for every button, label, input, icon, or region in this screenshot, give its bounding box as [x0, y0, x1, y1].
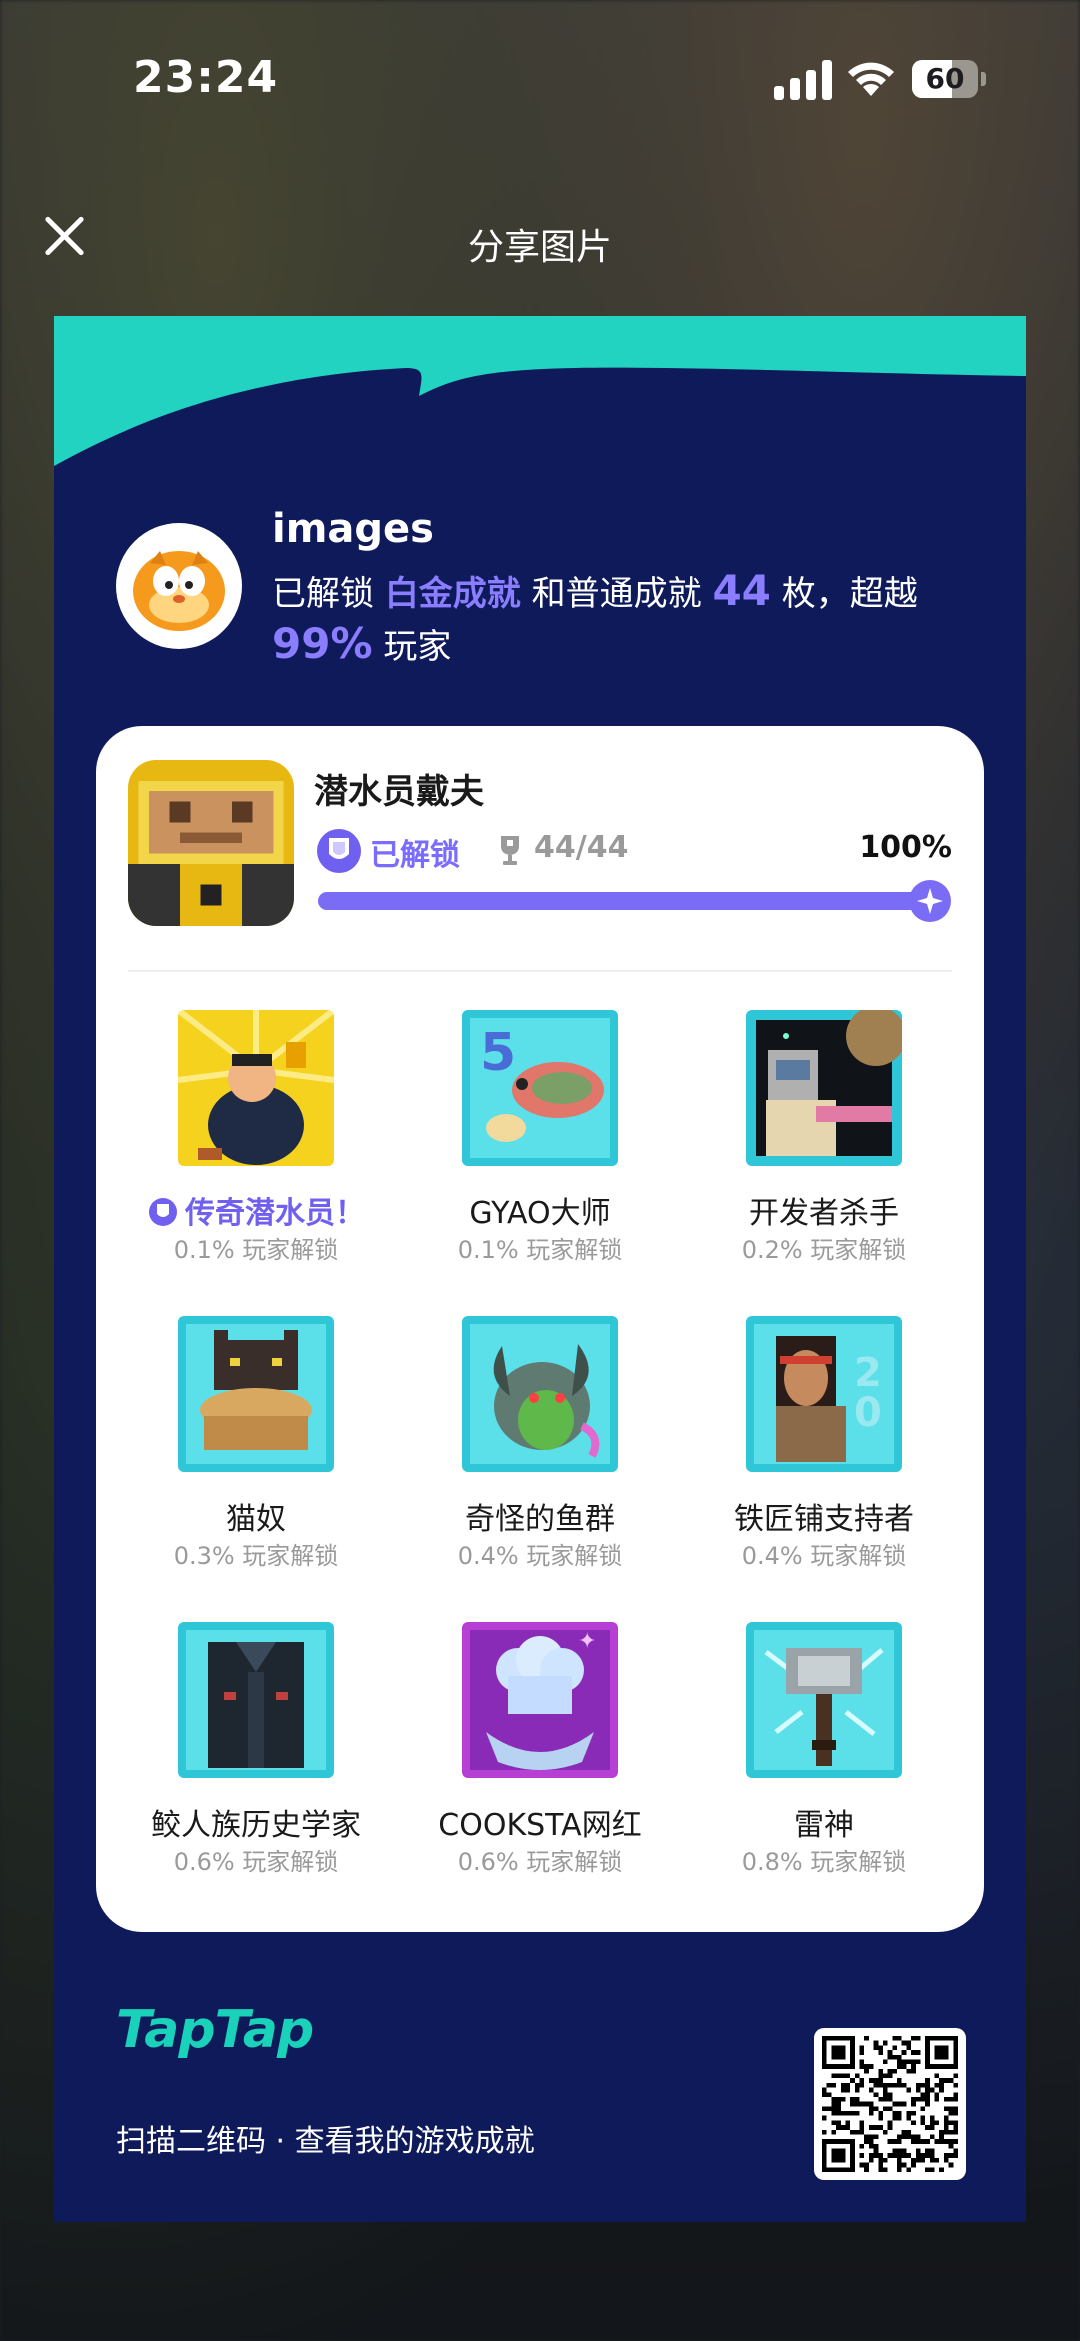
- legend-diver-icon: [178, 1010, 334, 1166]
- game-icon[interactable]: [128, 760, 294, 926]
- svg-text:✦: ✦: [578, 1629, 596, 1654]
- merfolk-historian-icon: [178, 1622, 334, 1778]
- achievement-name: 奇怪的鱼群: [465, 1502, 615, 1537]
- completion-percent: 100%: [859, 830, 952, 865]
- achievement-rate: 0.6% 玩家解锁: [173, 1848, 339, 1876]
- achievement-panel: 潜水员戴夫 已解锁 44/44 100% 传奇潜水员！ 0.1% 玩家解锁 5 …: [96, 726, 984, 1932]
- achievement-name: GYAO大师: [469, 1196, 611, 1231]
- cooksta-influencer-icon: ✦: [462, 1622, 618, 1778]
- achievement-name: 传奇潜水员！: [126, 1188, 386, 1232]
- status-time: 23:24: [133, 52, 279, 103]
- achievement-name: 铁匠铺支持者: [734, 1502, 914, 1537]
- blacksmith-supporter-icon: 2 0: [746, 1316, 902, 1472]
- achievement-summary: 已解锁 白金成就 和普通成就 44 枚，超越 99% 玩家: [272, 566, 992, 672]
- qr-code[interactable]: [814, 2028, 966, 2180]
- battery-icon: 60: [912, 60, 986, 98]
- summary-prefix: 已解锁: [272, 574, 374, 614]
- game-name: 潜水员戴夫: [314, 772, 484, 812]
- achievement-rate: 0.6% 玩家解锁: [457, 1848, 623, 1876]
- achievement-rate: 0.3% 玩家解锁: [173, 1542, 339, 1570]
- status-bar: 23:24 60: [0, 0, 1080, 150]
- achievement-rate: 0.1% 玩家解锁: [457, 1236, 623, 1264]
- achievement-name: 雷神: [794, 1808, 854, 1843]
- achievement-name: 猫奴: [226, 1502, 286, 1537]
- achievement-rate: 0.1% 玩家解锁: [173, 1236, 339, 1264]
- gyao-master-icon: 5: [462, 1010, 618, 1166]
- platinum-label: 白金成就: [384, 574, 521, 614]
- divider: [128, 970, 952, 972]
- unlock-status: 已解锁: [370, 838, 460, 873]
- share-card: images 已解锁 白金成就 和普通成就 44 枚，超越 99% 玩家 潜水员…: [54, 316, 1026, 2222]
- cellular-signal-icon: [774, 60, 832, 100]
- summary-suffix: 玩家: [383, 627, 452, 667]
- achievement-count: 44: [712, 566, 771, 615]
- achievement-name: COOKSTA网红: [438, 1808, 642, 1843]
- achievement-rate: 0.2% 玩家解锁: [741, 1236, 907, 1264]
- taptap-logo: TapTap: [116, 2000, 314, 2060]
- page-title: 分享图片: [467, 227, 612, 268]
- unlocked-badge-icon: [317, 829, 361, 873]
- completion-progress-bar: [318, 880, 951, 922]
- achievement-rate: 0.4% 玩家解锁: [741, 1542, 907, 1570]
- summary-unit: 枚，超越: [781, 574, 918, 614]
- avatar[interactable]: [116, 523, 242, 649]
- username: images: [272, 506, 434, 552]
- strange-fish-icon: [462, 1316, 618, 1472]
- cat-lover-icon: [178, 1316, 334, 1472]
- card-wave-decoration: [54, 316, 1026, 466]
- star-knob-icon: [909, 880, 951, 922]
- thor-hammer-icon: [746, 1622, 902, 1778]
- achievement-name: 开发者杀手: [749, 1196, 899, 1231]
- summary-mid: 和普通成就: [531, 574, 702, 614]
- achievement-rate: 0.4% 玩家解锁: [457, 1542, 623, 1570]
- trophy-count: 44/44: [534, 830, 629, 865]
- scan-caption: 扫描二维码 · 查看我的游戏成就: [116, 2124, 535, 2159]
- developer-killer-icon: [746, 1010, 902, 1166]
- wifi-icon: [848, 62, 894, 96]
- beat-percent: 99%: [272, 619, 373, 668]
- battery-level: 60: [925, 62, 965, 95]
- svg-text:5: 5: [480, 1023, 516, 1083]
- svg-text:0: 0: [854, 1390, 882, 1436]
- trophy-icon: [501, 836, 519, 865]
- achievement-rate: 0.8% 玩家解锁: [741, 1848, 907, 1876]
- legendary-badge-icon: [149, 1198, 177, 1226]
- achievement-name: 鲛人族历史学家: [151, 1808, 361, 1843]
